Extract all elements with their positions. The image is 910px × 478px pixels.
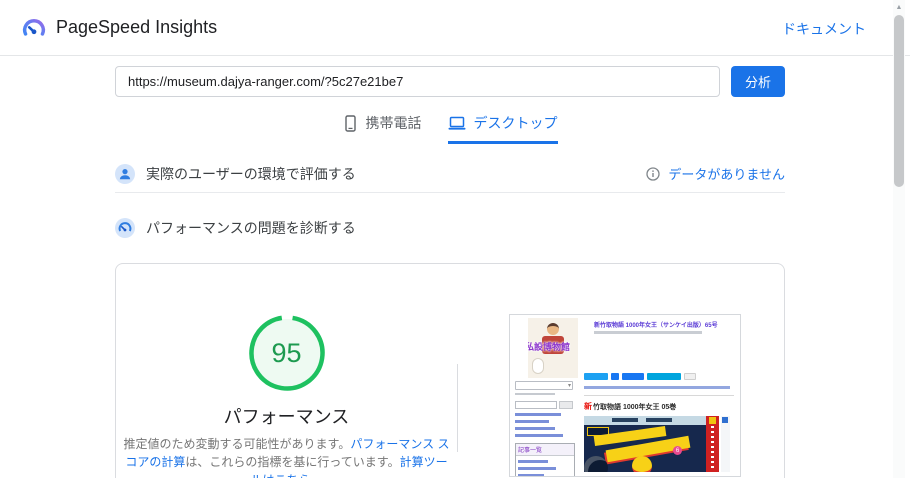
scrollbar-thumb[interactable] bbox=[894, 15, 904, 187]
mobile-icon bbox=[344, 114, 356, 132]
divider bbox=[584, 395, 734, 396]
search-button-placeholder bbox=[559, 401, 573, 409]
tab-desktop[interactable]: デスクトップ bbox=[447, 113, 558, 144]
cover-spine bbox=[706, 416, 719, 472]
score-disclaimer: 推定値のため変動する可能性があります。パフォーマンス スコアの計算は、これらの指… bbox=[120, 435, 454, 478]
analyze-form: 分析 bbox=[115, 66, 785, 97]
cover-artwork: 6 bbox=[584, 416, 706, 472]
pagespeed-logo-icon bbox=[22, 18, 46, 36]
site-sidebar: 記事一覧 bbox=[515, 381, 577, 476]
site-article-area: 新 竹取物語 1000年女王 05巻 6 bbox=[584, 373, 736, 472]
performance-gauge: 95 bbox=[248, 314, 326, 397]
adjacent-cover-edge bbox=[721, 416, 730, 472]
link-line-placeholder bbox=[515, 413, 561, 416]
app-header: PageSpeed Insights ドキュメント bbox=[0, 0, 910, 56]
share-count-placeholder bbox=[684, 373, 696, 380]
article-headline: 新 竹取物語 1000年女王 05巻 bbox=[584, 401, 736, 412]
tag-links-placeholder bbox=[584, 386, 730, 389]
analyze-button[interactable]: 分析 bbox=[731, 66, 785, 97]
section-diagnose-title: パフォーマンスの問題を診断する bbox=[146, 220, 356, 236]
tweet-button-placeholder bbox=[584, 373, 608, 380]
desktop-icon bbox=[448, 116, 465, 130]
cover-top-band bbox=[584, 416, 706, 425]
score-panel: 95 パフォーマンス 推定値のため変動する可能性があります。パフォーマンス スコ… bbox=[116, 264, 457, 478]
tab-mobile[interactable]: 携帯電話 bbox=[343, 113, 422, 144]
article-list-header: 記事一覧 bbox=[516, 444, 574, 456]
section-field-title: 実際のユーザーの環境で評価する bbox=[146, 165, 356, 182]
disclaimer-text-2: は、これらの指標を基に行っています。 bbox=[185, 455, 400, 469]
info-icon[interactable] bbox=[646, 166, 661, 181]
new-badge: 新 bbox=[584, 402, 592, 411]
section-diagnose: パフォーマンスの問題を診断する bbox=[115, 209, 785, 247]
site-search-placeholder bbox=[515, 401, 577, 409]
scrollbar-up-arrow-icon[interactable]: ▲ bbox=[893, 0, 905, 14]
no-data-label: データがありません bbox=[668, 167, 785, 182]
users-icon bbox=[115, 163, 135, 184]
post-meta-placeholder bbox=[594, 331, 702, 334]
character-head-graphic bbox=[547, 323, 559, 335]
main-content: 分析 携帯電話 デスクトップ bbox=[115, 66, 785, 478]
site-logo-image: 私設博物館 bbox=[528, 318, 578, 378]
page-screenshot-thumbnail: 私設博物館 新竹取物語 1000年女王（サンケイ出版）65号 ▾ 記事一覧 新 … bbox=[509, 314, 741, 477]
cat-graphic bbox=[532, 358, 544, 374]
link-line-placeholder bbox=[518, 467, 556, 470]
performance-score: 95 bbox=[271, 337, 302, 368]
like-button-placeholder bbox=[622, 373, 644, 380]
device-tabs: 携帯電話 デスクトップ bbox=[115, 113, 785, 144]
search-input-placeholder bbox=[515, 401, 557, 409]
performance-label: パフォーマンス bbox=[223, 407, 350, 427]
cover-volume-badge: 6 bbox=[673, 446, 682, 455]
social-share-buttons bbox=[584, 373, 736, 380]
facebook-button-placeholder bbox=[611, 373, 619, 380]
cover-character-graphic bbox=[632, 456, 652, 472]
article-list-box: 記事一覧 bbox=[515, 443, 575, 476]
gauge-icon bbox=[115, 218, 135, 238]
link-line-placeholder bbox=[515, 427, 555, 430]
link-line-placeholder bbox=[515, 434, 563, 437]
hatena-button-placeholder bbox=[647, 373, 681, 380]
documentation-link[interactable]: ドキュメント bbox=[782, 19, 866, 39]
cover-planet-graphic bbox=[584, 456, 608, 472]
disclaimer-text-1: 推定値のため変動する可能性があります。 bbox=[123, 437, 351, 451]
scrollbar[interactable]: ▲ bbox=[893, 0, 905, 478]
pagespeed-insights-page: PageSpeed Insights ドキュメント ▲ 分析 携帯電話 bbox=[0, 0, 910, 478]
link-line-placeholder bbox=[518, 474, 544, 476]
link-line-placeholder bbox=[515, 420, 549, 423]
tab-mobile-label: 携帯電話 bbox=[365, 115, 422, 131]
manga-cover-image: 6 bbox=[584, 416, 730, 472]
performance-report-card: 95 パフォーマンス 推定値のため変動する可能性があります。パフォーマンス スコ… bbox=[115, 263, 785, 478]
screenshot-panel: 私設博物館 新竹取物語 1000年女王（サンケイ出版）65号 ▾ 記事一覧 新 … bbox=[457, 264, 784, 478]
section-field-data: 実際のユーザーの環境で評価する データがありません bbox=[115, 155, 785, 193]
site-logo-text: 私設博物館 bbox=[528, 342, 571, 352]
article-title-text: 竹取物語 1000年女王 05巻 bbox=[593, 404, 677, 411]
url-input[interactable] bbox=[115, 66, 720, 97]
language-select-placeholder bbox=[515, 381, 573, 390]
link-line-placeholder bbox=[518, 460, 548, 463]
field-data-status: データがありません bbox=[646, 164, 785, 183]
text-line-placeholder bbox=[515, 393, 555, 395]
tab-desktop-label: デスクトップ bbox=[473, 115, 558, 131]
vertical-divider bbox=[457, 364, 458, 452]
app-title: PageSpeed Insights bbox=[56, 17, 218, 37]
post-title: 新竹取物語 1000年女王（サンケイ出版）65号 bbox=[594, 323, 718, 329]
